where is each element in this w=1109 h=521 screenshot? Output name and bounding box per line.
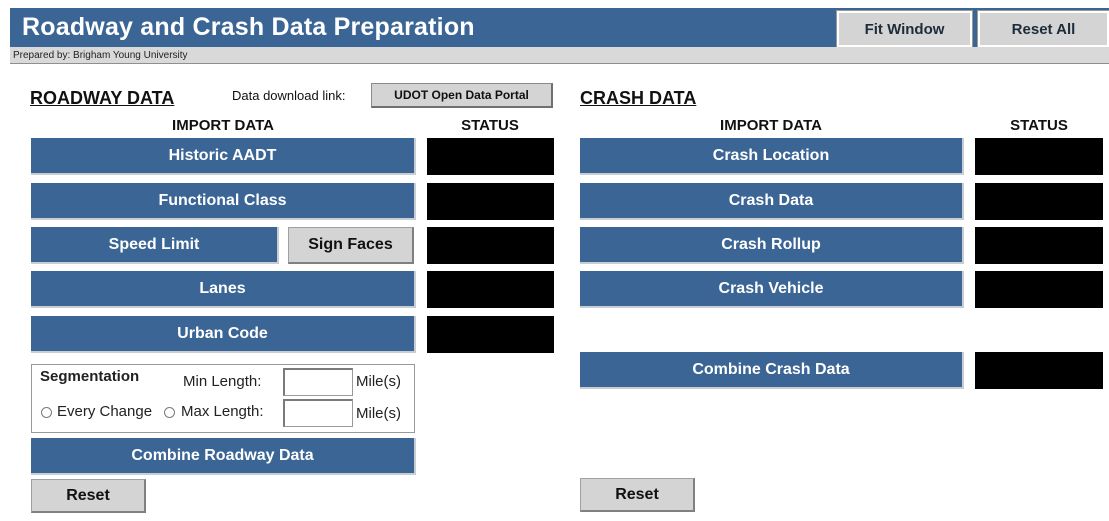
- crash-rollup-status: [975, 227, 1103, 264]
- roadway-reset-button[interactable]: Reset: [31, 479, 146, 513]
- combine-crash-status: [975, 352, 1103, 389]
- crash-status-header: STATUS: [1010, 117, 1068, 134]
- crash-data-status: [975, 183, 1103, 220]
- crash-section-title: CRASH DATA: [580, 88, 697, 108]
- roadway-status-header: STATUS: [461, 117, 519, 134]
- roadway-section-title: ROADWAY DATA: [30, 88, 175, 108]
- lanes-status: [427, 271, 554, 308]
- max-length-label: Max Length:: [181, 403, 264, 420]
- historic-aadt-button[interactable]: Historic AADT: [31, 138, 416, 175]
- crash-vehicle-status: [975, 271, 1103, 308]
- max-length-radio[interactable]: [164, 407, 175, 418]
- fit-window-button[interactable]: Fit Window: [836, 10, 973, 48]
- page-title: Roadway and Crash Data Preparation: [22, 13, 475, 41]
- segmentation-title: Segmentation: [40, 368, 140, 385]
- lanes-button[interactable]: Lanes: [31, 271, 416, 308]
- functional-class-button[interactable]: Functional Class: [31, 183, 416, 220]
- every-change-radio[interactable]: [41, 407, 52, 418]
- min-length-unit: Mile(s): [356, 373, 401, 390]
- data-download-label: Data download link:: [232, 88, 346, 103]
- functional-class-status: [427, 183, 554, 220]
- reset-all-button[interactable]: Reset All: [977, 10, 1109, 48]
- prepared-by-label: Prepared by: Brigham Young University: [13, 50, 188, 61]
- min-length-label: Min Length:: [183, 373, 262, 390]
- crash-vehicle-button[interactable]: Crash Vehicle: [580, 271, 964, 308]
- urban-code-status: [427, 316, 554, 353]
- crash-import-header: IMPORT DATA: [720, 117, 822, 134]
- roadway-import-header: IMPORT DATA: [172, 117, 274, 134]
- crash-data-button[interactable]: Crash Data: [580, 183, 964, 220]
- speed-limit-status: [427, 227, 554, 264]
- sign-faces-button[interactable]: Sign Faces: [288, 227, 414, 264]
- crash-rollup-button[interactable]: Crash Rollup: [580, 227, 964, 264]
- max-length-unit: Mile(s): [356, 405, 401, 422]
- combine-roadway-data-button[interactable]: Combine Roadway Data: [31, 438, 416, 475]
- combine-crash-data-button[interactable]: Combine Crash Data: [580, 352, 964, 389]
- min-length-input[interactable]: [283, 368, 353, 396]
- every-change-label: Every Change: [57, 403, 153, 420]
- speed-limit-button[interactable]: Speed Limit: [31, 227, 279, 264]
- historic-aadt-status: [427, 138, 554, 175]
- urban-code-button[interactable]: Urban Code: [31, 316, 416, 353]
- udot-open-data-portal-button[interactable]: UDOT Open Data Portal: [371, 83, 553, 108]
- crash-location-status: [975, 138, 1103, 175]
- crash-reset-button[interactable]: Reset: [580, 478, 695, 512]
- crash-location-button[interactable]: Crash Location: [580, 138, 964, 175]
- max-length-input[interactable]: [283, 399, 353, 427]
